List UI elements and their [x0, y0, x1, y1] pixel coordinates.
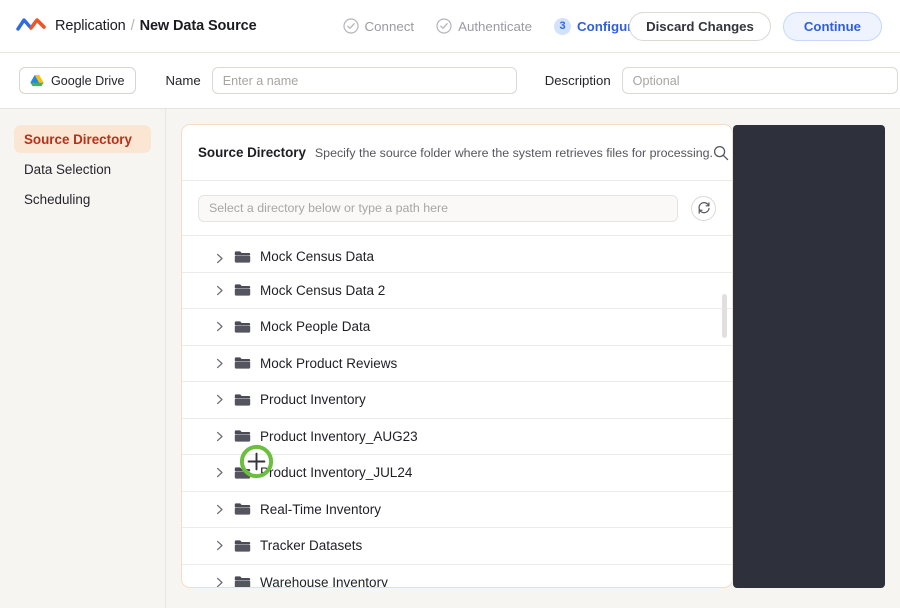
tree-row-label: Product Inventory_JUL24: [260, 465, 413, 481]
folder-icon: [227, 429, 251, 443]
chevron-right-icon[interactable]: [216, 467, 227, 478]
tree-row[interactable]: Product Inventory_JUL24: [182, 455, 732, 492]
source-type-chip[interactable]: Google Drive: [19, 67, 136, 94]
chevron-right-icon[interactable]: [216, 285, 227, 296]
folder-icon: [227, 320, 251, 334]
chevron-right-icon[interactable]: [216, 540, 227, 551]
folder-icon: [227, 250, 251, 264]
panel-subtitle: Specify the source folder where the syst…: [314, 145, 713, 160]
chevron-right-icon[interactable]: [216, 577, 227, 587]
tree-row[interactable]: Mock Census Data: [182, 236, 732, 273]
breadcrumb-current: New Data Source: [139, 18, 257, 34]
breadcrumb-root[interactable]: Replication: [55, 18, 126, 34]
sidebar-item-data-selection[interactable]: Data Selection: [14, 155, 151, 183]
sidebar-item-source-directory[interactable]: Source Directory: [14, 125, 151, 153]
chevron-right-icon[interactable]: [216, 431, 227, 442]
top-bar: Replication / New Data Source Connect Au…: [0, 0, 900, 53]
folder-icon: [227, 466, 251, 480]
step-authenticate[interactable]: Authenticate: [436, 18, 532, 34]
description-label: Description: [544, 73, 611, 88]
tree-row[interactable]: Mock Census Data 2: [182, 273, 732, 309]
sub-bar: Google Drive Name Description: [0, 53, 900, 109]
tree-row-label: Mock Census Data: [260, 248, 375, 264]
tree-scrollbar[interactable]: [722, 294, 727, 338]
name-field-group: Name: [166, 67, 517, 94]
chevron-right-icon[interactable]: [216, 321, 227, 332]
tree-row-label: Warehouse Inventory: [260, 574, 388, 587]
chevron-right-icon[interactable]: [216, 253, 227, 264]
description-input[interactable]: [621, 67, 898, 94]
folder-icon: [227, 575, 251, 587]
tree-row[interactable]: Product Inventory_AUG23: [182, 419, 732, 455]
name-label: Name: [165, 73, 201, 88]
name-input[interactable]: [211, 67, 517, 94]
discard-changes-button[interactable]: Discard Changes: [629, 12, 771, 41]
refresh-icon[interactable]: [691, 195, 716, 221]
sidebar-item-scheduling[interactable]: Scheduling: [14, 185, 151, 213]
search-icon[interactable]: [713, 144, 729, 162]
sidebar-item-label: Source Directory: [24, 131, 132, 147]
description-field-group: Description: [545, 67, 898, 94]
chevron-right-icon[interactable]: [216, 358, 227, 369]
breadcrumb: Replication / New Data Source: [16, 15, 257, 37]
tree-row[interactable]: Mock People Data: [182, 309, 732, 346]
tree-row-label: Product Inventory_AUG23: [260, 428, 418, 444]
sidebar-item-label: Scheduling: [24, 191, 91, 207]
app-root: Replication / New Data Source Connect Au…: [0, 0, 900, 608]
sidebar-item-label: Data Selection: [24, 161, 112, 177]
tree-row-label: Product Inventory: [260, 392, 366, 408]
tree-row-label: Mock Product Reviews: [260, 355, 398, 371]
tree-row-label: Mock People Data: [260, 319, 371, 335]
breadcrumb-separator: /: [130, 18, 135, 34]
top-actions: Discard Changes Continue: [629, 12, 882, 41]
folder-icon: [227, 539, 251, 553]
tree-row[interactable]: Warehouse Inventory: [182, 565, 732, 587]
replication-wave-logo-icon: [16, 15, 46, 37]
step-connect-label: Connect: [364, 18, 415, 34]
tree-row-label: Real-Time Inventory: [260, 501, 382, 517]
path-row: [182, 181, 732, 236]
dark-side-panel: [733, 125, 885, 588]
directory-path-input[interactable]: [198, 194, 678, 222]
tree-row-label: Tracker Datasets: [260, 538, 363, 554]
source-directory-panel: Source Directory Specify the source fold…: [181, 124, 733, 588]
chevron-right-icon[interactable]: [216, 394, 227, 405]
chevron-right-icon[interactable]: [216, 504, 227, 515]
folder-icon: [227, 393, 251, 407]
folder-icon: [227, 283, 251, 297]
panel-header: Source Directory Specify the source fold…: [182, 125, 732, 181]
step-configure-number: 3: [554, 17, 572, 35]
step-configure[interactable]: 3 Configure: [554, 17, 640, 35]
folder-icon: [227, 502, 251, 516]
tree-row-label: Mock Census Data 2: [260, 282, 386, 298]
folder-icon: [227, 356, 251, 370]
check-circle-icon: [342, 18, 359, 34]
tree-row[interactable]: Real-Time Inventory: [182, 492, 732, 528]
tree-row[interactable]: Tracker Datasets: [182, 528, 732, 565]
step-connect[interactable]: Connect: [342, 18, 415, 34]
continue-button[interactable]: Continue: [782, 12, 882, 41]
step-authenticate-label: Authenticate: [458, 18, 533, 34]
tree-row[interactable]: Product Inventory: [182, 382, 732, 419]
google-drive-icon: [30, 74, 44, 87]
panel-title: Source Directory: [198, 145, 306, 160]
source-type-chip-label: Google Drive: [51, 73, 125, 88]
sidebar: Source Directory Data Selection Scheduli…: [0, 109, 166, 608]
check-circle-icon: [436, 18, 452, 34]
tree-row[interactable]: Mock Product Reviews: [182, 346, 732, 382]
directory-tree[interactable]: Mock Census Data Mock Census Data 2 Mock P…: [182, 236, 732, 587]
